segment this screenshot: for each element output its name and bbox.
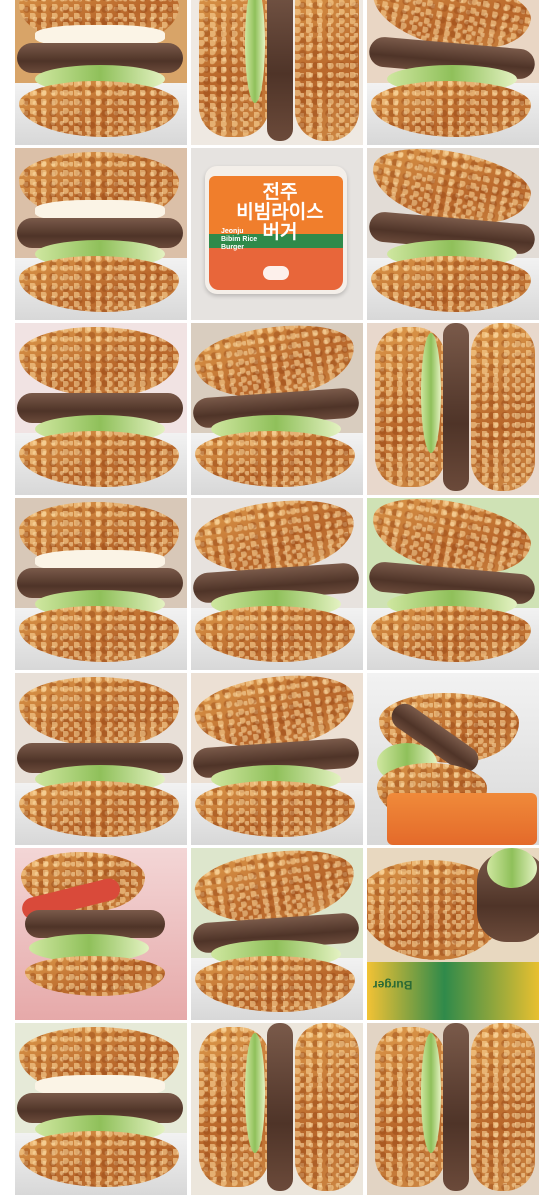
burger-photo-3[interactable]	[367, 0, 539, 145]
burger-photo-10[interactable]	[15, 498, 187, 670]
burger-photo-14[interactable]	[191, 673, 363, 845]
burger-photo-18[interactable]: Burger	[367, 848, 539, 1020]
burger-photo-2[interactable]	[191, 0, 363, 145]
lettuce	[421, 333, 441, 453]
top-bun	[19, 677, 179, 747]
package-subtitle: Jeonju Bibim Rice Burger	[221, 228, 258, 251]
burger-photo-13[interactable]	[15, 673, 187, 845]
beef-patty	[267, 1023, 293, 1191]
photo-gallery-grid: 전주 비빔라이스 버거 Jeonju Bibim Rice Burger Burge…	[15, 0, 539, 1195]
bun-half-right	[471, 323, 535, 491]
burger-photo-5[interactable]: 전주 비빔라이스 버거 Jeonju Bibim Rice Burger	[191, 148, 363, 320]
lettuce	[421, 1033, 441, 1153]
burger-photo-12[interactable]	[367, 498, 539, 670]
beef-patty	[443, 1023, 469, 1191]
orange-wrapper	[387, 793, 537, 845]
burger-photo-1[interactable]	[15, 0, 187, 145]
lettuce	[487, 848, 537, 888]
beef-patty	[267, 0, 293, 141]
burger-photo-4[interactable]	[15, 148, 187, 320]
bun-half-right	[471, 1023, 535, 1191]
burger-photo-11[interactable]	[191, 498, 363, 670]
lettuce	[245, 1033, 265, 1153]
burger-photo-9[interactable]	[367, 323, 539, 495]
burger-photo-16[interactable]	[15, 848, 187, 1020]
box-label-text: Burger	[373, 978, 413, 992]
top-bun	[19, 327, 179, 397]
beef-patty	[443, 323, 469, 491]
burger-photo-19[interactable]	[15, 1023, 187, 1195]
bun-half-right	[295, 0, 359, 141]
burger-photo-21[interactable]	[367, 1023, 539, 1195]
burger-photo-20[interactable]	[191, 1023, 363, 1195]
brand-logo-icon	[263, 266, 289, 280]
burger-photo-15[interactable]	[367, 673, 539, 845]
burger-photo-8[interactable]	[191, 323, 363, 495]
burger-photo-17[interactable]	[191, 848, 363, 1020]
bun-half-right	[295, 1023, 359, 1191]
burger-photo-6[interactable]	[367, 148, 539, 320]
burger-photo-7[interactable]	[15, 323, 187, 495]
